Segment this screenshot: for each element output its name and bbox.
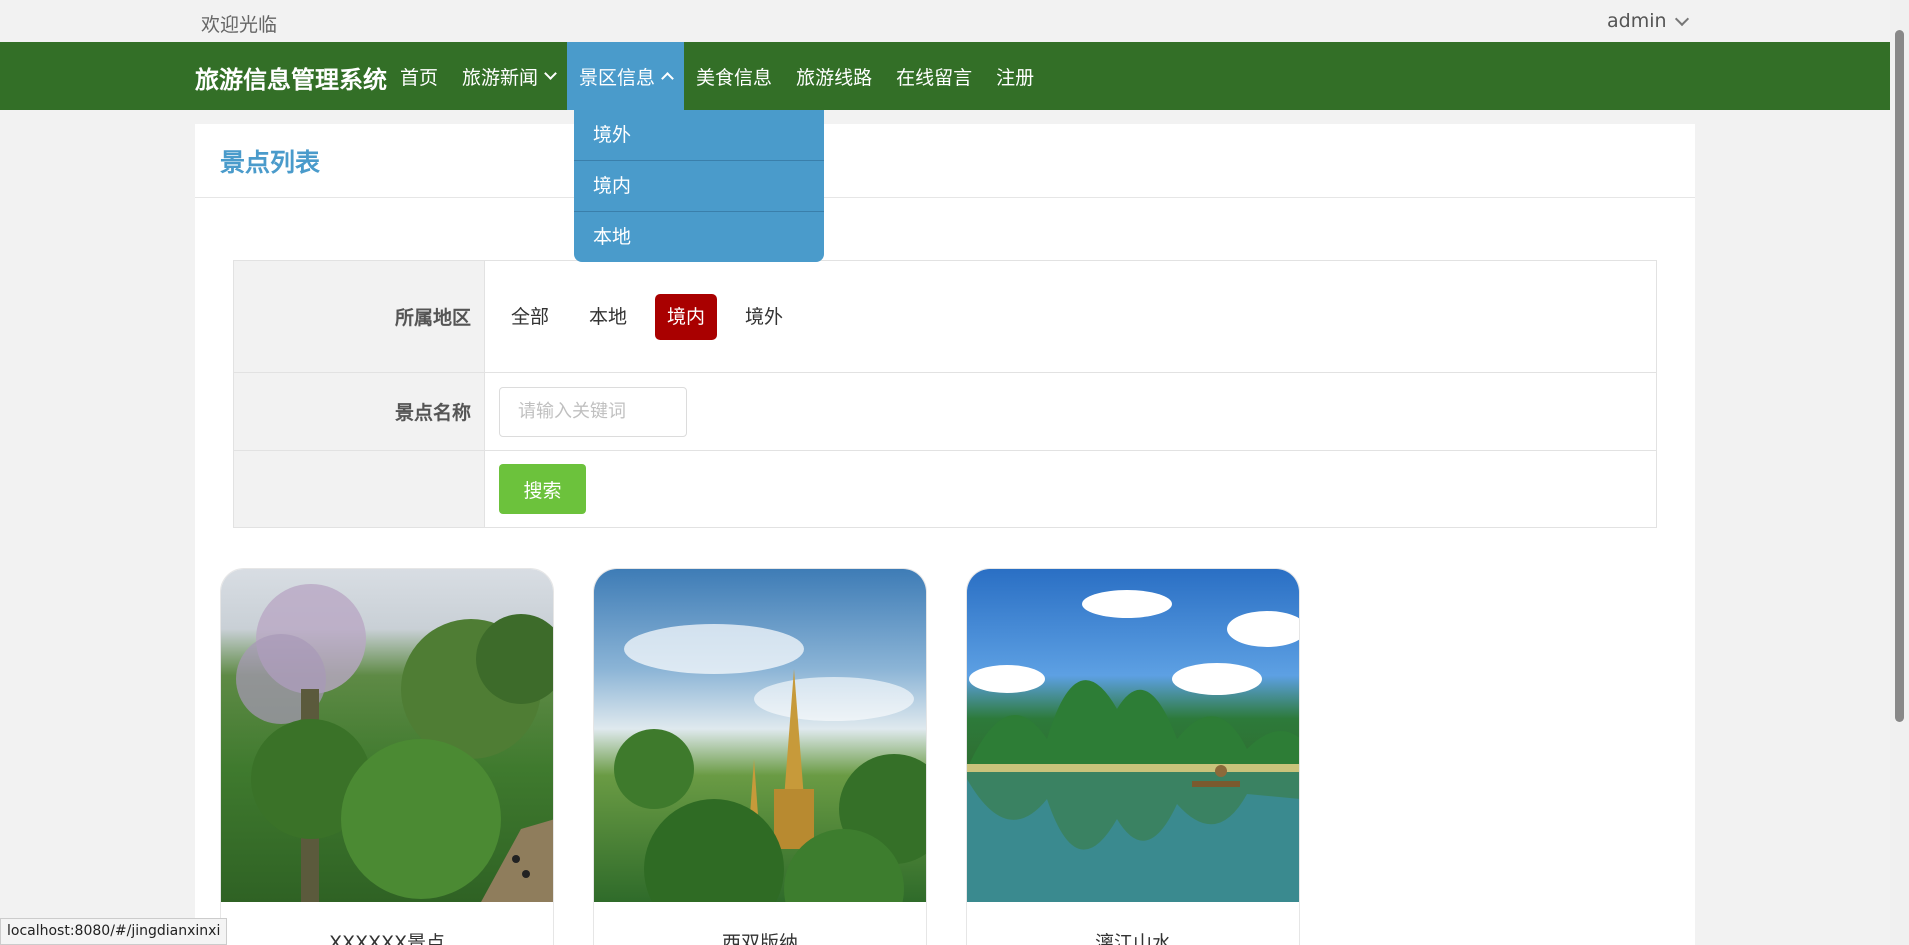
dropdown-item-local[interactable]: 本地 bbox=[574, 212, 824, 263]
page-title: 景点列表 bbox=[220, 147, 321, 177]
dropdown-item-abroad[interactable]: 境外 bbox=[574, 110, 824, 161]
user-menu[interactable]: admin bbox=[1607, 10, 1689, 32]
card-header: 景点列表 bbox=[195, 124, 1695, 198]
spot-image[interactable] bbox=[594, 569, 926, 902]
region-option-all[interactable]: 全部 bbox=[499, 294, 561, 340]
spot-name-label: 景点名称 bbox=[234, 373, 485, 450]
spot-image[interactable] bbox=[221, 569, 553, 902]
status-url-bar: localhost:8080/#/jingdianxinxi bbox=[0, 918, 228, 945]
nav-food[interactable]: 美食信息 bbox=[684, 42, 784, 110]
empty-label bbox=[234, 451, 485, 527]
spot-name: 漓江山水 bbox=[1094, 932, 1171, 945]
region-options: 全部 本地 境内 境外 bbox=[485, 261, 1656, 372]
spot-name: 西双版纳 bbox=[721, 932, 798, 945]
top-bar: 欢迎光临 admin bbox=[0, 0, 1890, 42]
site-brand[interactable]: 旅游信息管理系统 bbox=[195, 60, 387, 95]
nav-food-label: 美食信息 bbox=[696, 66, 773, 89]
region-option-abroad[interactable]: 境外 bbox=[733, 294, 795, 340]
welcome-text: 欢迎光临 bbox=[201, 14, 278, 36]
forest-trail-illustration bbox=[236, 584, 553, 902]
main-navbar: 旅游信息管理系统 首页 旅游新闻 景区信息 美食信息 旅游线路 在线留言 注册 bbox=[0, 42, 1890, 110]
temple-illustration bbox=[614, 624, 926, 902]
nav-news[interactable]: 旅游新闻 bbox=[450, 42, 567, 110]
spot-list: XXXXXX景点 西双版纳 漓江山水 bbox=[220, 568, 1300, 945]
nav-scenic-label: 景区信息 bbox=[579, 66, 656, 89]
chevron-down-icon bbox=[544, 67, 557, 80]
nav-register-label: 注册 bbox=[996, 66, 1035, 89]
spot-name-value bbox=[485, 373, 1656, 450]
region-option-local[interactable]: 本地 bbox=[577, 294, 639, 340]
spot-card[interactable]: 漓江山水 bbox=[966, 568, 1300, 945]
region-option-domestic[interactable]: 境内 bbox=[655, 293, 718, 340]
filter-row-name: 景点名称 bbox=[234, 373, 1656, 451]
nav-messages[interactable]: 在线留言 bbox=[884, 42, 984, 110]
scrollbar-thumb[interactable] bbox=[1895, 30, 1904, 722]
vertical-scrollbar[interactable] bbox=[1890, 0, 1909, 945]
actions-value: 搜索 bbox=[485, 451, 1656, 527]
dropdown-item-domestic[interactable]: 境内 bbox=[574, 161, 824, 212]
spot-name: XXXXXX景点 bbox=[328, 932, 446, 945]
filter-row-actions: 搜索 bbox=[234, 451, 1656, 527]
chevron-up-icon bbox=[661, 72, 674, 85]
chevron-down-icon bbox=[1674, 11, 1689, 26]
nav-scenic[interactable]: 景区信息 bbox=[567, 42, 685, 110]
spot-card[interactable]: XXXXXX景点 bbox=[220, 568, 554, 945]
spot-image[interactable] bbox=[967, 569, 1299, 902]
username: admin bbox=[1607, 10, 1667, 32]
region-label: 所属地区 bbox=[234, 261, 485, 372]
li-river-illustration bbox=[967, 590, 1299, 902]
filter-row-region: 所属地区 全部 本地 境内 境外 bbox=[234, 261, 1656, 373]
nav-home[interactable]: 首页 bbox=[388, 42, 450, 110]
nav-routes[interactable]: 旅游线路 bbox=[784, 42, 884, 110]
nav-home-label: 首页 bbox=[400, 66, 439, 89]
spot-card[interactable]: 西双版纳 bbox=[593, 568, 927, 945]
nav-register[interactable]: 注册 bbox=[984, 42, 1046, 110]
nav-menu: 首页 旅游新闻 景区信息 美食信息 旅游线路 在线留言 注册 bbox=[388, 42, 1046, 110]
search-input[interactable] bbox=[499, 386, 687, 437]
main-card: 景点列表 所属地区 全部 本地 境内 境外 景点名称 搜索 bbox=[195, 124, 1695, 945]
nav-news-label: 旅游新闻 bbox=[462, 66, 539, 89]
nav-routes-label: 旅游线路 bbox=[796, 66, 873, 89]
nav-messages-label: 在线留言 bbox=[896, 66, 973, 89]
scenic-dropdown: 境外 境内 本地 bbox=[574, 110, 824, 262]
search-button[interactable]: 搜索 bbox=[499, 464, 586, 514]
filter-table: 所属地区 全部 本地 境内 境外 景点名称 搜索 bbox=[233, 260, 1657, 528]
